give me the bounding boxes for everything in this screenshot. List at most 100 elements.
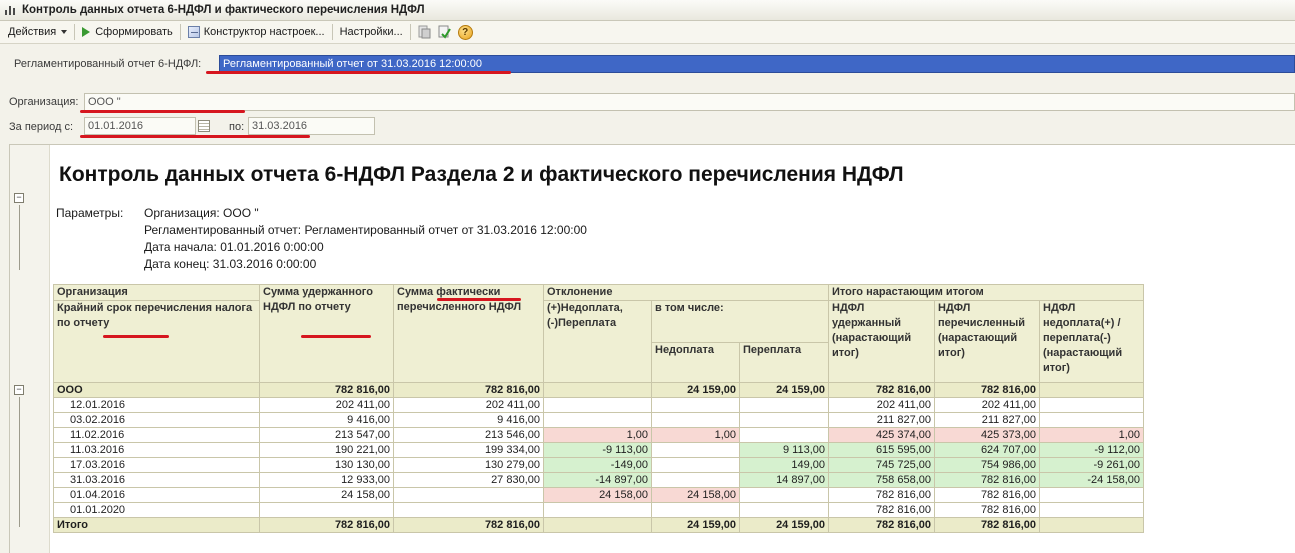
actions-menu-button[interactable]: Действия [4,23,71,42]
load-settings-icon[interactable] [417,25,431,39]
param-report: Регламентированный отчет: Регламентирова… [144,223,587,237]
generate-button[interactable]: Сформировать [78,23,177,42]
cell-overpay: 14 897,00 [739,472,829,488]
cell-cum-withheld: 615 595,00 [828,442,935,458]
cell-cum-diff [1039,382,1144,398]
period-to-field[interactable]: 31.03.2016 [248,117,375,135]
cell-underpay: 1,00 [651,427,740,443]
cell-cum-diff [1039,487,1144,503]
table-row[interactable]: 11.03.2016 190 221,00 199 334,00 -9 113,00 9… [53,442,1144,458]
settings-constructor-button[interactable]: Конструктор настроек... [184,23,329,42]
cell-paid: 782 816,00 [393,517,544,533]
cell-date: 11.02.2016 [53,427,260,443]
collapse-group-icon[interactable]: − [14,385,24,395]
cell-underpay [651,472,740,488]
total-row[interactable]: Итого 782 816,00 782 816,00 24 159,00 24 159… [53,517,1144,533]
report-window: Контроль данных отчета 6-НДФЛ и фактичес… [0,0,1295,553]
cell-paid: 130 279,00 [393,457,544,473]
header-org: Организация [53,284,260,301]
cell-cum-diff: -24 158,00 [1039,472,1144,488]
organization-field[interactable]: ООО " [84,93,1295,111]
report-title: Контроль данных отчета 6-НДФЛ Раздела 2 … [59,163,904,186]
header-cum-withheld: НДФЛ удержанный (нарастающий итог) [828,300,935,383]
help-icon[interactable]: ? [457,24,473,40]
table-row[interactable]: 11.02.2016 213 547,00 213 546,00 1,00 1,00 42… [53,427,1144,443]
annotation-underline [301,335,371,338]
cell-deviation [543,397,652,413]
cell-underpay: 24 159,00 [651,517,740,533]
cell-paid [393,502,544,518]
header-withheld: Сумма удержанного НДФЛ по отчету [259,284,394,383]
report-spreadsheet[interactable]: − − Контроль данных отчета 6-НДФЛ Раздел… [9,144,1295,553]
cell-paid: 202 411,00 [393,397,544,413]
total-label: Итого [53,517,260,533]
cell-deviation [543,382,652,398]
cell-cum-paid: 782 816,00 [934,382,1040,398]
table-row[interactable]: 03.02.2016 9 416,00 9 416,00 211 827,00 211 … [53,412,1144,428]
cell-cum-withheld: 782 816,00 [828,517,935,533]
cell-date: 12.01.2016 [53,397,260,413]
cell-cum-paid: 782 816,00 [934,472,1040,488]
table-row[interactable]: 12.01.2016 202 411,00 202 411,00 202 411,00… [53,397,1144,413]
cell-overpay: 24 159,00 [739,382,829,398]
report-app-icon [4,4,16,16]
period-from-field[interactable]: 01.01.2016 [84,117,196,135]
cell-paid: 199 334,00 [393,442,544,458]
cell-cum-paid: 782 816,00 [934,517,1040,533]
cell-cum-paid: 782 816,00 [934,502,1040,518]
cell-overpay [739,427,829,443]
window-title: Контроль данных отчета 6-НДФЛ и фактичес… [22,4,425,16]
org-label: Организация: [9,96,79,108]
settings-button[interactable]: Настройки... [336,23,407,42]
cell-withheld: 130 130,00 [259,457,394,473]
cell-overpay: 149,00 [739,457,829,473]
actions-label: Действия [8,26,57,38]
header-deviation-sub: (+)Недоплата, (-)Переплата [543,300,652,383]
cell-cum-paid: 202 411,00 [934,397,1040,413]
header-deadline: Крайний срок перечисления налога по отче… [53,300,260,383]
cell-underpay [651,457,740,473]
cell-overpay: 24 159,00 [739,517,829,533]
report-table-body: ООО 782 816,00 782 816,00 24 159,00 24 1… [53,382,1144,533]
table-row[interactable]: 01.01.2020 782 816,00 782 816,00 [53,502,1144,518]
table-row[interactable]: 01.04.2016 24 158,00 24 158,00 24 158,00 782… [53,487,1144,503]
title-bar: Контроль данных отчета 6-НДФЛ и фактичес… [0,0,1295,21]
param-organization: Организация: ООО " [144,206,259,220]
report-table: Организация Сумма удержанного НДФЛ по от… [53,284,1144,533]
header-cum-diff: НДФЛ недоплата(+) / переплата(-) (нараст… [1039,300,1144,383]
param-start-date: Дата начала: 01.01.2016 0:00:00 [144,240,324,254]
cell-deviation: -14 897,00 [543,472,652,488]
calendar-icon[interactable] [198,120,210,132]
cell-underpay: 24 158,00 [651,487,740,503]
cell-date: 11.03.2016 [53,442,260,458]
cell-deviation [543,412,652,428]
cell-cum-diff [1039,412,1144,428]
save-settings-icon[interactable] [437,25,451,39]
cell-cum-withheld: 782 816,00 [828,502,935,518]
period-from-label: За период с: [9,121,74,133]
cell-withheld: 213 547,00 [259,427,394,443]
cell-cum-paid: 425 373,00 [934,427,1040,443]
cell-withheld: 782 816,00 [259,382,394,398]
cell-cum-withheld: 202 411,00 [828,397,935,413]
collapse-params-icon[interactable]: − [14,193,24,203]
group-line [19,397,20,527]
toolbar-separator [179,24,181,40]
cell-paid: 782 816,00 [393,382,544,398]
cell-date: 31.03.2016 [53,472,260,488]
cell-cum-diff [1039,517,1144,533]
toolbar-separator [74,24,76,40]
cell-cum-diff: -9 112,00 [1039,442,1144,458]
chevron-down-icon [61,30,68,34]
cell-cum-paid: 624 707,00 [934,442,1040,458]
cell-deviation: -9 113,00 [543,442,652,458]
group-line [19,205,20,270]
cell-cum-diff [1039,397,1144,413]
table-row[interactable]: 17.03.2016 130 130,00 130 279,00 -149,00 149… [53,457,1144,473]
generate-label: Сформировать [95,26,173,38]
table-row[interactable]: 31.03.2016 12 933,00 27 830,00 -14 897,00 14… [53,472,1144,488]
cell-cum-paid: 754 986,00 [934,457,1040,473]
group-row[interactable]: ООО 782 816,00 782 816,00 24 159,00 24 1… [53,382,1144,398]
cell-withheld: 12 933,00 [259,472,394,488]
cell-underpay [651,397,740,413]
